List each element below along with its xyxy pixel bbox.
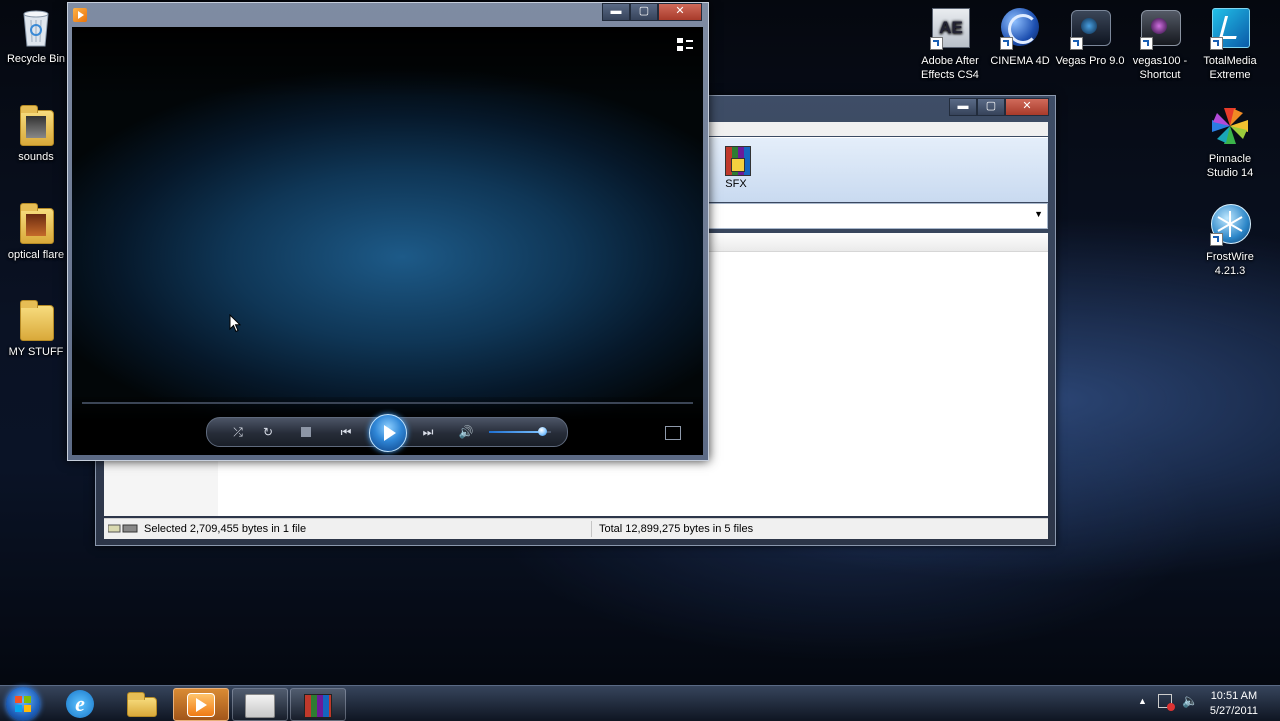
taskbar-slideshow[interactable] [232, 688, 288, 721]
desktop-icon-sounds[interactable]: sounds [0, 104, 72, 164]
seek-bar[interactable] [82, 402, 693, 404]
taskbar-explorer[interactable] [114, 688, 168, 719]
network-icon[interactable] [1158, 694, 1175, 711]
sfx-label: SFX [725, 178, 747, 190]
desktop-icon-recycle-bin[interactable]: Recycle Bin [0, 6, 72, 66]
desktop-icon-cinema4d[interactable]: CINEMA 4D [984, 8, 1056, 68]
minimize-button[interactable]: ▬ [949, 98, 977, 116]
desktop-icon-label: Vegas Pro 9.0 [1055, 55, 1125, 67]
repeat-icon[interactable]: ↻ [259, 423, 277, 441]
desktop-icon-pinnacle[interactable]: Pinnacle Studio 14 [1194, 106, 1266, 180]
folder-icon [16, 104, 56, 146]
taskbar-winrar[interactable] [290, 688, 346, 721]
frostwire-icon [1210, 204, 1251, 246]
sfx-button[interactable]: SFX [717, 144, 755, 190]
shuffle-icon[interactable]: ⤮ [229, 423, 247, 441]
minimize-button[interactable]: ▬ [602, 3, 630, 21]
desktop-icon-label: Recycle Bin [6, 53, 66, 65]
fullscreen-icon[interactable] [665, 426, 681, 440]
stop-icon[interactable] [297, 423, 315, 441]
windows-logo-icon [15, 696, 31, 712]
winrar-icon [304, 694, 332, 718]
status-selected: Selected 2,709,455 bytes in 1 file [144, 523, 307, 535]
recycle-bin-icon [16, 6, 56, 48]
explorer-icon [127, 692, 157, 717]
status-total: Total 12,899,275 bytes in 5 files [599, 523, 754, 535]
switch-to-library-icon[interactable] [677, 38, 693, 52]
desktop-icon-totalmedia[interactable]: TotalMedia Extreme [1194, 8, 1266, 82]
clock-date: 5/27/2011 [1209, 705, 1258, 717]
vegas-shortcut-icon [1140, 8, 1181, 50]
desktop-icon-label: Pinnacle Studio 14 [1206, 153, 1254, 179]
after-effects-icon: AE [930, 8, 970, 50]
show-hidden-icons-icon[interactable]: ▲ [1138, 696, 1147, 706]
desktop-icon-label: sounds [18, 151, 54, 163]
window-controls: ▬ ▢ ✕ [949, 98, 1049, 116]
clock[interactable]: 10:51 AM 5/27/2011 [1210, 689, 1258, 719]
pinnacle-icon [1210, 106, 1250, 148]
volume-icon[interactable]: 🔊 [457, 423, 475, 441]
desktop-icon-vegas-shortcut[interactable]: vegas100 - Shortcut [1124, 8, 1196, 82]
speaker-icon[interactable]: 🔈 [1182, 693, 1198, 709]
media-player-window[interactable]: ▬ ▢ ✕ ⤮ ↻ ⏮ ⏭ 🔊 [67, 2, 709, 461]
desktop-icon-my-stuff[interactable]: MY STUFF [0, 299, 72, 359]
start-button[interactable] [6, 687, 40, 721]
folder-icon [16, 299, 56, 341]
desktop-icon-vegas-pro[interactable]: Vegas Pro 9.0 [1054, 8, 1126, 68]
taskbar-internet-explorer[interactable]: e [54, 688, 108, 719]
folder-icon [16, 202, 56, 244]
vegas-pro-icon [1070, 8, 1111, 50]
desktop-icon-label: optical flare [7, 249, 65, 261]
media-player-icon [73, 8, 87, 22]
system-tray: ▲ 🔈 10:51 AM 5/27/2011 [1130, 686, 1280, 721]
desktop-icon-label: vegas100 - Shortcut [1132, 55, 1188, 81]
window-controls: ▬ ▢ ✕ [602, 3, 702, 21]
desktop-icon-label: Adobe After Effects CS4 [921, 55, 979, 81]
desktop-icon-after-effects[interactable]: AE Adobe After Effects CS4 [914, 8, 986, 82]
sfx-icon [721, 144, 751, 176]
close-button[interactable]: ✕ [658, 3, 702, 21]
play-button[interactable] [369, 414, 407, 452]
next-icon[interactable]: ⏭ [415, 423, 441, 441]
maximize-button[interactable]: ▢ [630, 3, 658, 21]
clock-time: 10:51 AM [1210, 690, 1258, 702]
mouse-cursor-icon [229, 314, 241, 333]
desktop-icon-label: MY STUFF [8, 346, 64, 358]
totalmedia-icon [1210, 8, 1250, 50]
playback-controls: ⤮ ↻ ⏮ ⏭ 🔊 [206, 414, 568, 452]
desktop-icon-label: FrostWire 4.21.3 [1206, 251, 1254, 277]
cinema4d-icon [1000, 8, 1040, 50]
desktop-icon-label: TotalMedia Extreme [1203, 55, 1257, 81]
key-icon [108, 524, 138, 533]
close-button[interactable]: ✕ [1005, 98, 1049, 116]
maximize-button[interactable]: ▢ [977, 98, 1005, 116]
desktop-icon-optical-flare[interactable]: optical flare [0, 202, 72, 262]
chevron-down-icon: ▼ [1034, 209, 1043, 219]
previous-icon[interactable]: ⏮ [333, 423, 359, 441]
slideshow-icon [245, 694, 275, 718]
taskbar-media-player[interactable] [173, 688, 229, 721]
internet-explorer-icon: e [66, 690, 94, 718]
volume-knob[interactable] [538, 427, 547, 436]
status-bar: Selected 2,709,455 bytes in 1 file Total… [104, 518, 1048, 539]
taskbar: e ▲ 🔈 10:51 AM 5/27/2011 [0, 685, 1280, 721]
desktop-icon-label: CINEMA 4D [990, 55, 1050, 67]
desktop-icon-frostwire[interactable]: FrostWire 4.21.3 [1194, 204, 1266, 278]
status-separator [591, 521, 592, 537]
video-area[interactable]: ⤮ ↻ ⏮ ⏭ 🔊 [72, 27, 703, 455]
